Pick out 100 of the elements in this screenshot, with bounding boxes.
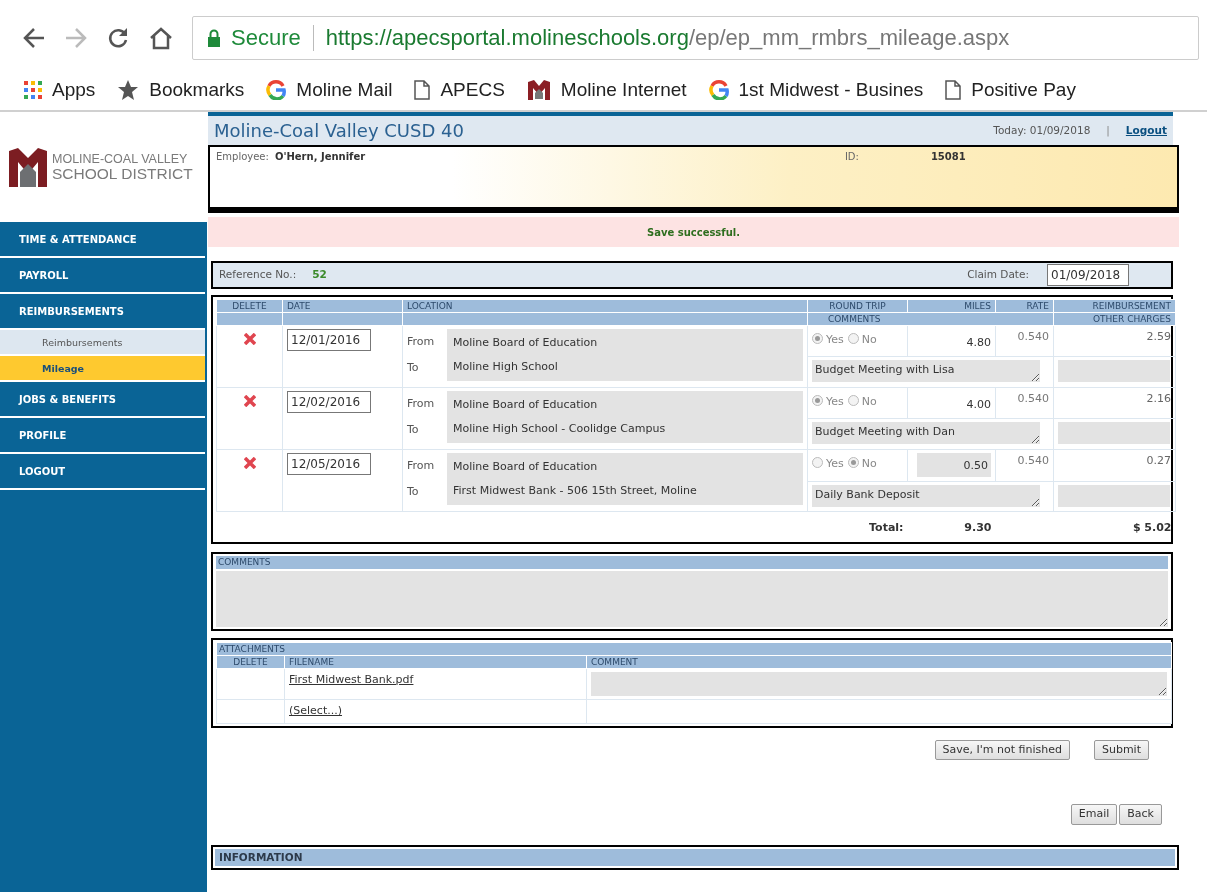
date-field[interactable]: 12/02/2016 [287, 391, 371, 413]
from-label: From [407, 396, 436, 412]
address-bar[interactable]: Secure https://apecsportal.molineschools.org/ep/ep_mm_rmbrs_mileage.aspx [192, 15, 1199, 60]
date-field[interactable]: 12/01/2016 [287, 329, 371, 351]
colored-ring-icon [708, 80, 729, 100]
radio-label: No [861, 457, 877, 470]
to-location: Moline High School [447, 354, 803, 381]
forward-icon[interactable] [64, 25, 88, 50]
column-header: ROUND TRIP [807, 299, 908, 313]
today-date: Today: 01/09/2018 [993, 122, 1091, 138]
separator: | [1106, 122, 1110, 139]
reimbursement-value: 2.16 [1146, 392, 1171, 405]
reimbursement-value: 2.59 [1146, 330, 1171, 343]
claim-date-label: Claim Date: [967, 267, 1029, 283]
logo-icon [8, 147, 48, 187]
reference-label: Reference No.: [219, 267, 297, 283]
to-label: To [407, 483, 420, 500]
reimbursement-value: 0.27 [1146, 454, 1171, 467]
logo-icon [526, 79, 551, 101]
comment-field[interactable]: Budget Meeting with Dan [812, 422, 1040, 445]
other-charges-field[interactable] [1058, 422, 1170, 445]
nav-button[interactable]: Back [1119, 804, 1162, 825]
other-charges-field[interactable] [1058, 360, 1170, 383]
rate-value: 0.540 [1017, 392, 1049, 405]
delete-icon[interactable] [243, 457, 256, 469]
radio-button[interactable] [812, 333, 823, 344]
to-label: To [407, 421, 420, 438]
radio-button[interactable] [812, 395, 823, 406]
column-header: REIMBURSEMENT [1053, 299, 1176, 313]
nav-subitem[interactable]: Reimbursements [0, 330, 205, 356]
miles-value: 4.80 [965, 335, 991, 351]
column-header: MILES [907, 299, 996, 313]
nav-item[interactable]: PAYROLL [0, 258, 205, 294]
nav-item[interactable]: PROFILE [0, 418, 205, 454]
column-header: DELETE [216, 299, 283, 313]
comments-field[interactable] [216, 571, 1168, 627]
bookmark[interactable]: 1st Midwest - Busines [708, 75, 924, 105]
id-label: ID: [844, 150, 860, 164]
nav-item[interactable]: LOGOUT [0, 454, 205, 490]
from-location: Moline Board of Education [447, 453, 803, 479]
logo-text: MOLINE-COAL VALLEY [52, 153, 189, 166]
section-header: ATTACHMENTS [216, 642, 1172, 656]
total-miles: 9.30 [964, 521, 992, 534]
reference-number: 52 [312, 267, 327, 283]
comment-field[interactable]: Budget Meeting with Lisa [812, 360, 1040, 383]
from-location: Moline Board of Education [447, 329, 803, 355]
column-header: DATE [282, 299, 403, 313]
star-icon [117, 79, 140, 101]
comment-field[interactable]: Daily Bank Deposit [812, 485, 1040, 508]
radio-button[interactable] [847, 457, 859, 468]
logo-text: SCHOOL DISTRICT [52, 165, 193, 181]
bookmark[interactable]: APECS [414, 75, 505, 105]
from-label: From [407, 334, 436, 350]
employee-id: 15081 [930, 150, 966, 164]
bookmark[interactable]: Bookmarks [117, 75, 245, 105]
miles-field[interactable]: 0.50 [917, 453, 991, 477]
to-location: Moline High School - Coolidge Campus [447, 416, 803, 443]
total-label: Total: [869, 521, 904, 534]
radio-label: Yes [826, 457, 844, 470]
from-location: Moline Board of Education [447, 391, 803, 417]
bookmark[interactable]: Moline Mail [266, 75, 393, 105]
radio-label: No [861, 395, 877, 408]
claim-date-field[interactable]: 01/09/2018 [1047, 264, 1129, 286]
section-header: COMMENTS [216, 555, 1168, 569]
nav-button[interactable]: Email [1070, 804, 1118, 825]
nav-item[interactable]: JOBS & BENEFITS [0, 382, 205, 418]
success-message: Save successful. [646, 225, 740, 240]
section-header: INFORMATION [215, 848, 1175, 867]
page-icon [414, 80, 431, 100]
radio-button[interactable] [847, 333, 859, 344]
other-charges-field[interactable] [1058, 485, 1170, 508]
delete-icon[interactable] [243, 333, 256, 345]
back-icon[interactable] [22, 25, 46, 50]
nav-item[interactable]: TIME & ATTENDANCE [0, 222, 205, 258]
total-amount: $ 5.02 [1132, 521, 1172, 534]
bookmark[interactable]: Moline Internet [526, 75, 687, 105]
radio-button[interactable] [812, 457, 823, 468]
home-icon[interactable] [148, 25, 174, 50]
page-icon [945, 80, 962, 100]
action-button[interactable]: Save, I'm not finished [934, 739, 1070, 760]
bookmark[interactable]: Positive Pay [945, 75, 1076, 105]
select-file-link[interactable]: (Select...) [289, 704, 342, 717]
to-label: To [407, 359, 420, 376]
url-text: https://apecsportal.molineschools.org/ep/ep_mm_rmbrs_mileage.aspx [325, 24, 1010, 52]
radio-label: Yes [826, 395, 844, 408]
miles-value: 4.00 [965, 397, 991, 413]
attachment-comment-field[interactable] [591, 672, 1167, 696]
delete-icon[interactable] [243, 395, 256, 407]
nav-subitem[interactable]: Mileage [0, 356, 205, 382]
logout-link[interactable]: Logout [1125, 122, 1167, 139]
bookmark[interactable]: Apps [24, 75, 96, 105]
file-link[interactable]: First Midwest Bank.pdf [289, 673, 414, 686]
action-button[interactable]: Submit [1093, 739, 1149, 760]
radio-label: No [861, 333, 877, 346]
employee-name: O'Hern, Jennifer [274, 150, 367, 164]
secure-label: Secure [231, 24, 301, 52]
apps-grid-icon [24, 81, 42, 99]
radio-button[interactable] [847, 395, 859, 406]
date-field[interactable]: 12/05/2016 [287, 453, 371, 475]
to-location: First Midwest Bank - 506 15th Street, Moline [447, 478, 803, 505]
